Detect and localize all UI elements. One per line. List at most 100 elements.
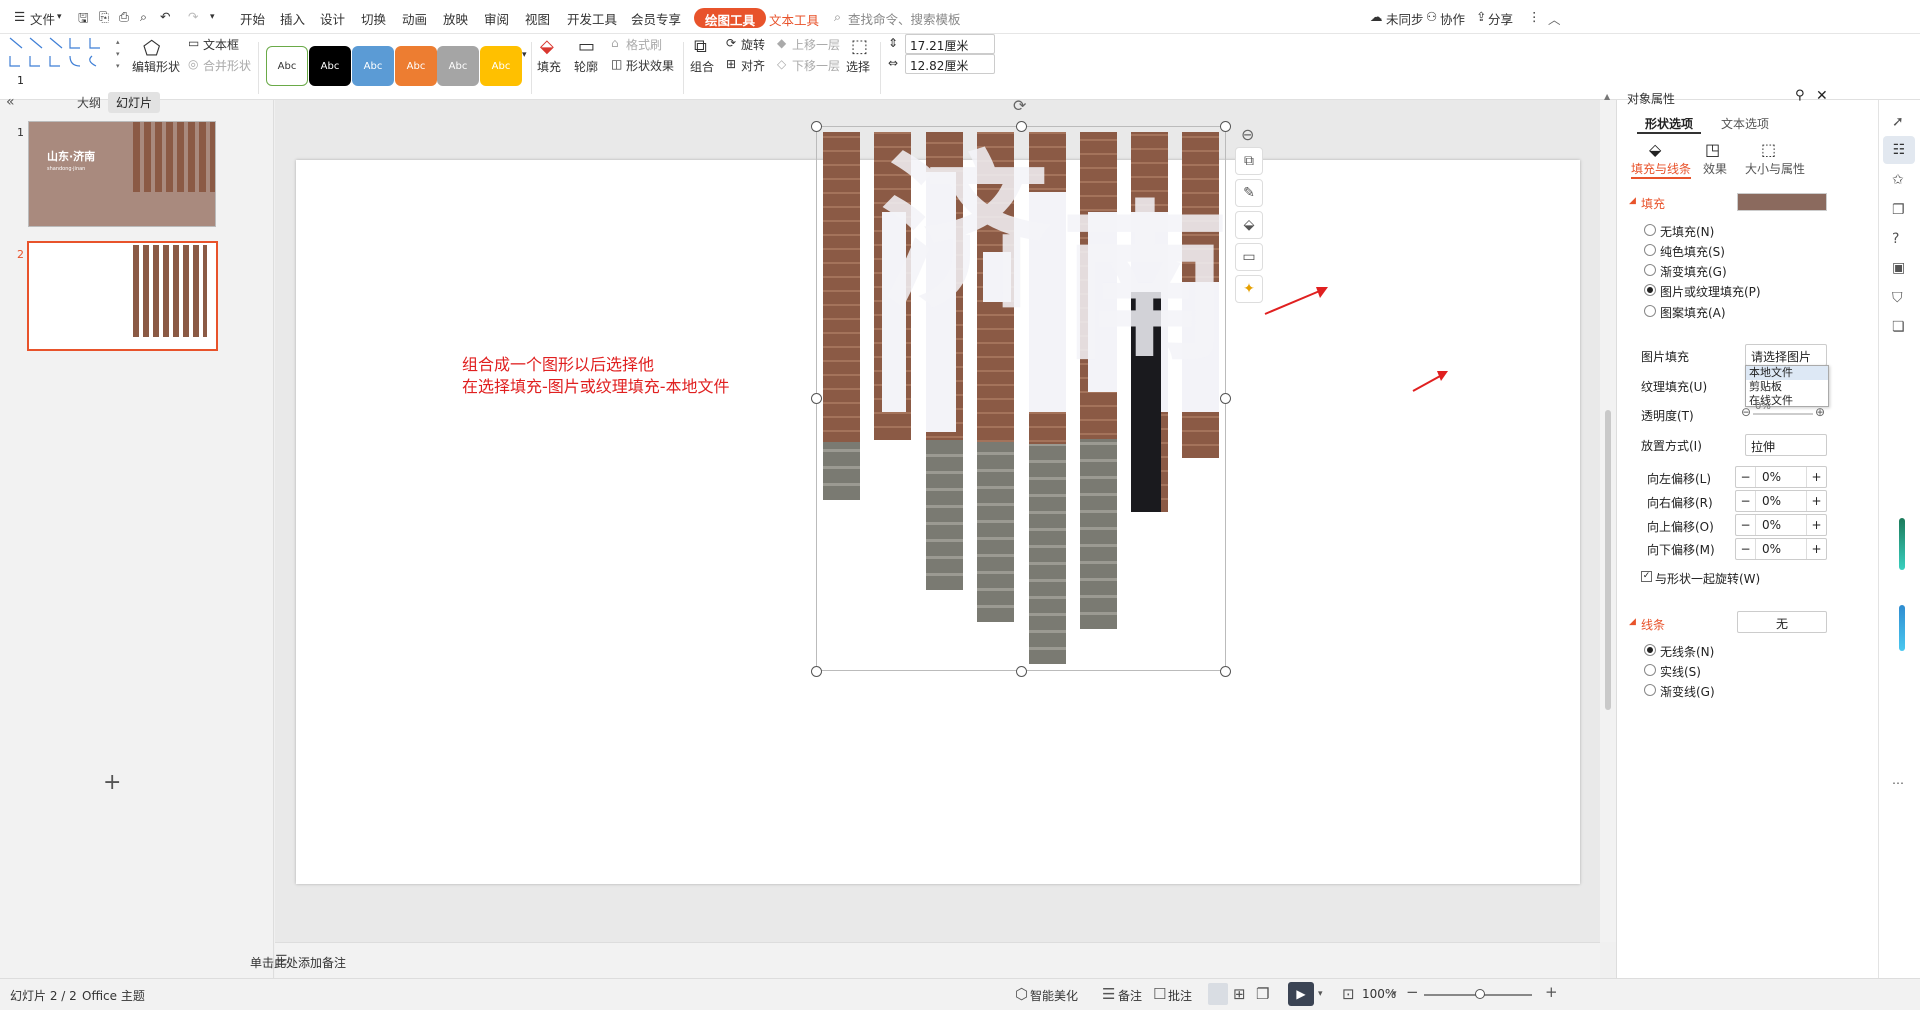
line-none-label[interactable]: 无线条(N) bbox=[1660, 643, 1714, 660]
resize-handle[interactable] bbox=[1220, 121, 1231, 132]
collab-button[interactable]: 协作 bbox=[1440, 9, 1465, 28]
close-icon[interactable]: ✕ bbox=[1816, 88, 1828, 104]
fill-picture-label[interactable]: 图片或纹理填充(P) bbox=[1660, 283, 1761, 300]
quick-access-more-icon[interactable]: ▾ bbox=[210, 12, 215, 22]
save-icon[interactable]: 🖫 bbox=[78, 9, 89, 30]
menu-tab-insert[interactable]: 插入 bbox=[280, 9, 305, 28]
add-slide-icon[interactable]: + bbox=[103, 770, 121, 795]
play-icon[interactable]: ▶ bbox=[1288, 982, 1314, 1006]
fill-pattern-label[interactable]: 图案填充(A) bbox=[1660, 304, 1726, 321]
menu-tab-developer[interactable]: 开发工具 bbox=[567, 9, 617, 28]
pin-icon[interactable]: ⚲ bbox=[1795, 88, 1805, 103]
menu-tab-design[interactable]: 设计 bbox=[320, 9, 345, 28]
line-select[interactable]: 无 bbox=[1737, 611, 1827, 633]
dropdown-item-clipboard[interactable]: 剪贴板 bbox=[1746, 380, 1828, 394]
smart-beautify-button[interactable]: 智能美化 bbox=[1030, 987, 1078, 1004]
normal-view-icon[interactable] bbox=[1208, 983, 1228, 1005]
subtab-effect[interactable]: 效果 bbox=[1703, 160, 1727, 177]
hamburger-icon[interactable]: ☰ bbox=[14, 9, 25, 24]
notes-bar[interactable]: ☰ 单击此处添加备注 bbox=[250, 942, 1600, 978]
offset-right-stepper[interactable]: −0% + bbox=[1735, 490, 1827, 512]
float-bulb-icon[interactable]: ✦ bbox=[1235, 275, 1263, 303]
menu-tab-transition[interactable]: 切换 bbox=[361, 9, 386, 28]
resize-handle[interactable] bbox=[1016, 121, 1027, 132]
zoom-dropdown-icon[interactable]: ▾ bbox=[1392, 989, 1397, 999]
image-strip[interactable] bbox=[823, 132, 860, 500]
resize-handle[interactable] bbox=[811, 121, 822, 132]
picture-fill-select[interactable]: 请选择图片 bbox=[1745, 344, 1827, 366]
shield-icon[interactable]: ⛉ bbox=[1892, 290, 1903, 306]
transparency-minus-icon[interactable]: ⊖ bbox=[1741, 405, 1751, 419]
fill-pattern-radio[interactable] bbox=[1644, 305, 1656, 317]
export-icon[interactable]: ⎘ bbox=[99, 9, 109, 25]
more-dots-icon[interactable]: ⋯ bbox=[1892, 776, 1904, 790]
edit-shape-button[interactable]: 编辑形状 bbox=[132, 58, 180, 75]
float-shape-icon[interactable]: ⧉ bbox=[1235, 147, 1263, 175]
height-input[interactable]: 17.21厘米 bbox=[905, 34, 995, 54]
resize-handle[interactable] bbox=[1016, 666, 1027, 677]
rotate-with-shape-checkbox[interactable]: ✓ bbox=[1641, 571, 1652, 582]
rotate-handle-icon[interactable]: ⟳ bbox=[1013, 96, 1026, 115]
style-black-button[interactable]: Abc bbox=[309, 46, 351, 86]
share-button[interactable]: 分享 bbox=[1488, 9, 1513, 28]
zoom-slider-thumb[interactable] bbox=[1475, 989, 1485, 999]
chevron-down-icon[interactable]: ▾ bbox=[57, 12, 62, 22]
style-more-icon[interactable]: ▾ bbox=[522, 50, 527, 60]
undo-icon[interactable]: ↶ bbox=[160, 9, 170, 24]
menu-tab-slideshow[interactable]: 放映 bbox=[443, 9, 468, 28]
vertical-scrollbar[interactable]: ▲ bbox=[1600, 92, 1616, 942]
fill-gradient-label[interactable]: 渐变填充(G) bbox=[1660, 263, 1727, 280]
menu-tab-view[interactable]: 视图 bbox=[525, 9, 550, 28]
tab-text-options[interactable]: 文本选项 bbox=[1721, 115, 1769, 132]
fill-preview-dropdown[interactable] bbox=[1737, 193, 1827, 211]
fill-solid-label[interactable]: 纯色填充(S) bbox=[1660, 243, 1725, 260]
menu-tab-review[interactable]: 审阅 bbox=[484, 9, 509, 28]
search-input[interactable]: 查找命令、搜索模板 bbox=[848, 9, 961, 28]
width-input[interactable]: 12.82厘米 bbox=[905, 54, 995, 74]
rotate-button[interactable]: 旋转 bbox=[741, 36, 765, 53]
tab-text-tools[interactable]: 文本工具 bbox=[758, 8, 830, 28]
preview-icon[interactable]: ⌕ bbox=[140, 9, 147, 25]
placement-select[interactable]: 拉伸 bbox=[1745, 434, 1827, 456]
line-solid-radio[interactable] bbox=[1644, 664, 1656, 676]
dropdown-item-local-file[interactable]: 本地文件 bbox=[1746, 366, 1828, 380]
line-solid-label[interactable]: 实线(S) bbox=[1660, 663, 1701, 680]
tab-slides[interactable]: 幻灯片 bbox=[108, 92, 161, 113]
tab-shape-options[interactable]: 形状选项 bbox=[1637, 115, 1702, 134]
pin-star-icon[interactable]: ✩ bbox=[1892, 172, 1904, 188]
offset-bottom-stepper[interactable]: −0% + bbox=[1735, 538, 1827, 560]
collapse-icon[interactable]: ◢ bbox=[1629, 617, 1636, 627]
transparency-plus-icon[interactable]: ⊕ bbox=[1815, 405, 1825, 419]
help-icon[interactable]: ? bbox=[1892, 231, 1899, 247]
line-none-radio[interactable] bbox=[1644, 644, 1656, 656]
menu-tab-member[interactable]: 会员专享 bbox=[631, 9, 681, 28]
subtab-size[interactable]: 大小与属性 bbox=[1745, 160, 1805, 177]
collapse-icon[interactable]: ◢ bbox=[1629, 196, 1636, 206]
line-gradient-radio[interactable] bbox=[1644, 684, 1656, 696]
group-button[interactable]: 组合 bbox=[690, 58, 714, 75]
fill-solid-radio[interactable] bbox=[1644, 244, 1656, 256]
line-gradient-label[interactable]: 渐变线(G) bbox=[1660, 683, 1715, 700]
reading-view-icon[interactable]: ❐ bbox=[1256, 985, 1269, 1003]
format-brush-button[interactable]: 格式刷 bbox=[626, 36, 662, 53]
style-orange-button[interactable]: Abc bbox=[395, 46, 437, 86]
notes-placeholder[interactable]: 单击此处添加备注 bbox=[250, 954, 346, 971]
float-pen-icon[interactable]: ✎ bbox=[1235, 179, 1263, 207]
slide-thumbnail-2[interactable] bbox=[27, 241, 218, 351]
print-icon[interactable]: ⎙ bbox=[119, 9, 129, 25]
menu-tab-home[interactable]: 开始 bbox=[240, 9, 265, 28]
play-dropdown-icon[interactable]: ▾ bbox=[1318, 989, 1323, 999]
textbox-button[interactable]: 文本框 bbox=[203, 36, 239, 53]
image-tool-icon[interactable]: ▣ bbox=[1892, 260, 1905, 276]
slide-thumbnail-1[interactable]: 山东·济南 shandong·jinan bbox=[28, 121, 216, 227]
select-button[interactable]: 选择 bbox=[846, 58, 870, 75]
more-icon[interactable]: ⋮ bbox=[1528, 9, 1541, 24]
book-icon[interactable]: ❏ bbox=[1892, 319, 1905, 335]
scroll-up-icon[interactable]: ▲ bbox=[1604, 92, 1610, 101]
collapse-ribbon-icon[interactable]: ︿ bbox=[1548, 9, 1561, 28]
zoom-plus-icon[interactable]: + bbox=[1545, 983, 1558, 1001]
float-outline-icon[interactable]: ▭ bbox=[1235, 243, 1263, 271]
resize-handle[interactable] bbox=[1220, 393, 1231, 404]
tab-drawing-tools[interactable]: 绘图工具 bbox=[694, 8, 767, 28]
grid-view-icon[interactable]: ⊞ bbox=[1233, 985, 1246, 1003]
